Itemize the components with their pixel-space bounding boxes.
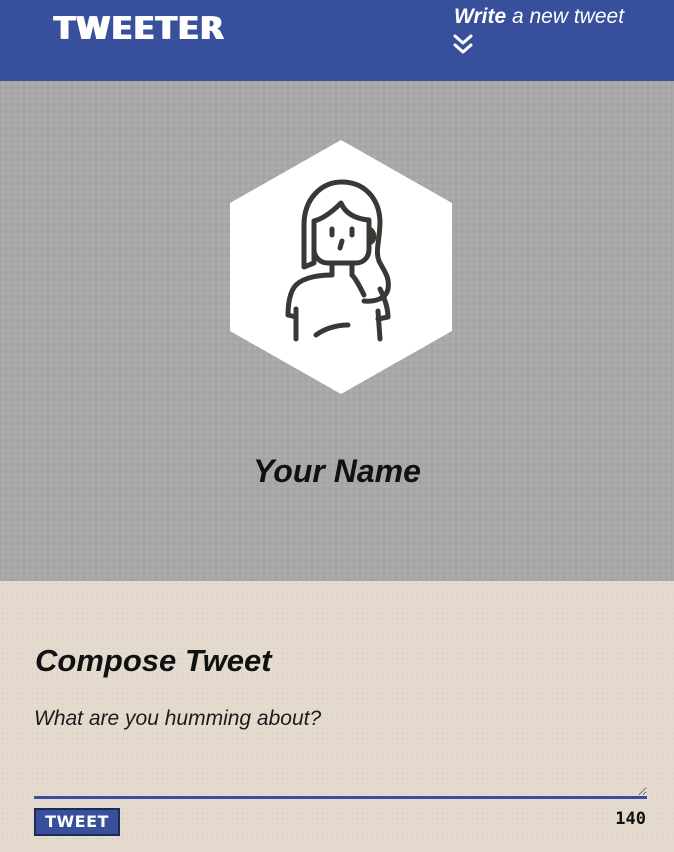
- tweet-input[interactable]: [34, 707, 647, 799]
- top-navbar: TWEETER Write a new tweet: [0, 0, 674, 81]
- write-link-bold: Write: [454, 5, 507, 28]
- write-link-rest: a new tweet: [506, 5, 625, 28]
- character-counter: 140: [615, 809, 646, 829]
- tweet-button[interactable]: TWEET: [34, 808, 120, 836]
- brand-logo: TWEETER: [54, 11, 225, 47]
- person-avatar-icon: [230, 140, 452, 394]
- double-chevron-down-icon[interactable]: [453, 33, 473, 55]
- user-name: Your Name: [253, 453, 421, 489]
- compose-section: Compose Tweet TWEET 140: [0, 581, 674, 852]
- profile-section: Your Name: [0, 81, 674, 581]
- write-new-tweet-link[interactable]: Write a new tweet: [454, 5, 624, 29]
- compose-title: Compose Tweet: [35, 643, 272, 678]
